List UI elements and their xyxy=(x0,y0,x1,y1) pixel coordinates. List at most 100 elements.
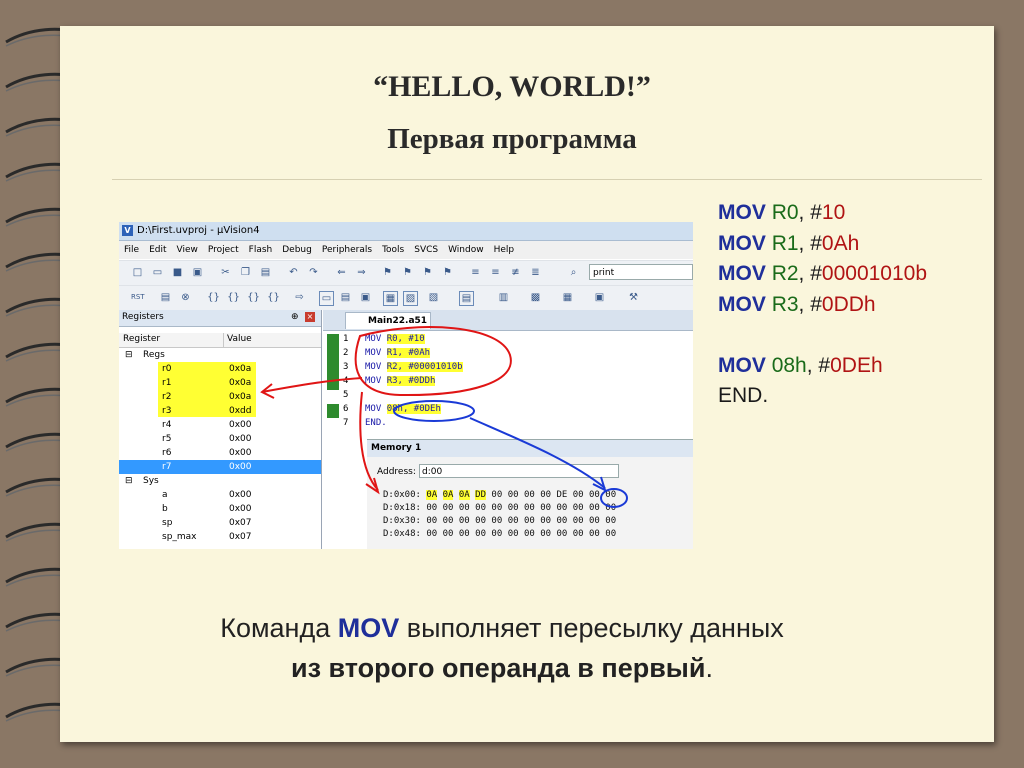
register-row-r4[interactable]: r4 0x00 xyxy=(119,418,321,432)
unindent-icon[interactable]: ≡ xyxy=(489,266,502,279)
nav-forward-icon[interactable]: ⇒ xyxy=(355,266,368,279)
memory-row[interactable]: D:0x48: 00 00 00 00 00 00 00 00 00 00 00… xyxy=(383,529,616,539)
menu-tools[interactable]: Tools xyxy=(377,241,409,259)
register-value[interactable]: 0x0a xyxy=(229,362,251,376)
save-all-icon[interactable]: ▣ xyxy=(191,266,204,279)
undo-icon[interactable]: ↶ xyxy=(287,266,300,279)
uncomment-icon[interactable]: ≣ xyxy=(529,266,542,279)
register-row-r2[interactable]: r2 0x0a xyxy=(119,390,321,404)
source-line[interactable]: END. xyxy=(365,418,387,428)
indent-icon[interactable]: ≡ xyxy=(469,266,482,279)
save-icon[interactable]: ■ xyxy=(171,266,184,279)
register-value[interactable]: 0x0a xyxy=(229,390,251,404)
pin-icon[interactable]: ⊕ xyxy=(291,312,299,322)
register-row-r7[interactable]: r7 0x00 xyxy=(119,460,321,474)
command-window-icon[interactable]: ▭ xyxy=(319,291,334,306)
menu-project[interactable]: Project xyxy=(203,241,244,259)
bookmark-prev-icon[interactable]: ⚑ xyxy=(401,266,414,279)
menu-help[interactable]: Help xyxy=(489,241,520,259)
source-line[interactable]: MOV R1, #0Ah xyxy=(365,348,431,358)
step-out-icon[interactable]: {} xyxy=(247,291,260,304)
source-line[interactable]: MOV R2, #00001010b xyxy=(365,362,463,372)
register-value[interactable]: 0x00 xyxy=(229,418,252,432)
trace-window-icon[interactable]: ▦ xyxy=(561,291,574,304)
run-to-cursor-icon[interactable]: {} xyxy=(267,291,280,304)
tree-toggle-icon[interactable]: ⊟ xyxy=(125,348,133,362)
register-value[interactable]: 0x00 xyxy=(229,446,252,460)
register-row-r0[interactable]: r0 0x0a xyxy=(119,362,321,376)
close-icon[interactable]: × xyxy=(305,312,315,322)
call-stack-window-icon[interactable]: ▨ xyxy=(403,291,418,306)
menu-flash[interactable]: Flash xyxy=(244,241,278,259)
menu-window[interactable]: Window xyxy=(443,241,489,259)
register-value[interactable]: 0x00 xyxy=(229,502,252,516)
analysis-window-icon[interactable]: ▩ xyxy=(529,291,542,304)
symbols-window-icon[interactable]: ▣ xyxy=(359,291,372,304)
register-value[interactable]: 0x0a xyxy=(229,376,251,390)
register-group-regs[interactable]: ⊟ Regs xyxy=(119,348,321,362)
cut-icon[interactable]: ✂ xyxy=(219,266,232,279)
menu-file[interactable]: File xyxy=(119,241,144,259)
copy-icon[interactable]: ❐ xyxy=(239,266,252,279)
tab-main22[interactable]: Main22.a51 xyxy=(345,312,431,329)
register-value[interactable]: 0x00 xyxy=(229,432,252,446)
register-row-r5[interactable]: r5 0x00 xyxy=(119,432,321,446)
watch-window-icon[interactable]: ▧ xyxy=(427,291,440,304)
ide-title-bar: V D:\First.uvproj - µVision4 xyxy=(119,222,693,241)
ide-toolbar-1: □ ▭ ■ ▣ ✂ ❐ ▤ ↶ ↷ ⇐ ⇒ ⚑ ⚑ ⚑ ⚑ ≡ ≡ ≢ ≣ ⌕ … xyxy=(119,260,693,285)
stop-icon[interactable]: ⊗ xyxy=(179,291,192,304)
register-value[interactable]: 0x00 xyxy=(229,460,252,474)
menu-svcs[interactable]: SVCS xyxy=(409,241,443,259)
menu-peripherals[interactable]: Peripherals xyxy=(317,241,377,259)
tree-toggle-icon[interactable]: ⊟ xyxy=(125,474,133,488)
register-row-r6[interactable]: r6 0x00 xyxy=(119,446,321,460)
run-icon[interactable]: ▤ xyxy=(159,291,172,304)
register-group-sys[interactable]: ⊟ Sys xyxy=(119,474,321,488)
menu-edit[interactable]: Edit xyxy=(144,241,171,259)
find-input[interactable]: print xyxy=(589,264,693,280)
open-folder-icon[interactable]: ▭ xyxy=(151,266,164,279)
paste-icon[interactable]: ▤ xyxy=(259,266,272,279)
memory-row[interactable]: D:0x18: 00 00 00 00 00 00 00 00 00 00 00… xyxy=(383,503,616,513)
bookmark-clear-icon[interactable]: ⚑ xyxy=(441,266,454,279)
memory-row[interactable]: D:0x30: 00 00 00 00 00 00 00 00 00 00 00… xyxy=(383,516,616,526)
reset-cpu-icon[interactable]: RST xyxy=(131,291,145,304)
register-value[interactable]: 0x07 xyxy=(229,516,252,530)
find-in-files-icon[interactable]: ⌕ xyxy=(567,266,580,279)
menu-view[interactable]: View xyxy=(172,241,203,259)
memory-window-icon[interactable]: ▤ xyxy=(459,291,474,306)
step-over-icon[interactable]: {} xyxy=(227,291,240,304)
register-value[interactable]: 0xdd xyxy=(229,404,251,418)
disassembly-window-icon[interactable]: ▤ xyxy=(339,291,352,304)
comment-icon[interactable]: ≢ xyxy=(509,266,522,279)
redo-icon[interactable]: ↷ xyxy=(307,266,320,279)
memory-row[interactable]: D:0x00: 0A 0A 0A DD 00 00 00 00 DE 00 00… xyxy=(383,490,616,500)
register-value[interactable]: 0x00 xyxy=(229,488,252,502)
column-register[interactable]: Register xyxy=(123,334,160,344)
line-number: 7 xyxy=(343,418,349,428)
register-value[interactable]: 0x07 xyxy=(229,530,252,544)
memory-address-input[interactable]: d:00 xyxy=(419,464,619,478)
bookmark-icon[interactable]: ⚑ xyxy=(381,266,394,279)
serial-window-icon[interactable]: ▥ xyxy=(497,291,510,304)
show-next-statement-icon[interactable]: ⇨ xyxy=(293,291,306,304)
bookmark-next-icon[interactable]: ⚑ xyxy=(421,266,434,279)
register-row-b[interactable]: b 0x00 xyxy=(119,502,321,516)
source-line[interactable]: MOV R0, #10 xyxy=(365,334,425,344)
system-viewer-icon[interactable]: ▣ xyxy=(593,291,606,304)
register-row-r1[interactable]: r1 0x0a xyxy=(119,376,321,390)
menu-debug[interactable]: Debug xyxy=(277,241,317,259)
new-file-icon[interactable]: □ xyxy=(131,266,144,279)
source-line[interactable]: MOV R3, #0DDh xyxy=(365,376,436,386)
step-into-icon[interactable]: {} xyxy=(207,291,220,304)
register-row-sp_max[interactable]: sp_max 0x07 xyxy=(119,530,321,544)
register-row-r3[interactable]: r3 0xdd xyxy=(119,404,321,418)
registers-window-icon[interactable]: ▦ xyxy=(383,291,398,306)
memory-byte: 00 xyxy=(458,503,470,513)
register-row-sp[interactable]: sp 0x07 xyxy=(119,516,321,530)
nav-back-icon[interactable]: ⇐ xyxy=(335,266,348,279)
toolbox-icon[interactable]: ⚒ xyxy=(627,291,640,304)
column-value[interactable]: Value xyxy=(227,334,252,344)
source-line[interactable]: MOV 08h, #0DEh xyxy=(365,404,441,414)
register-row-a[interactable]: a 0x00 xyxy=(119,488,321,502)
